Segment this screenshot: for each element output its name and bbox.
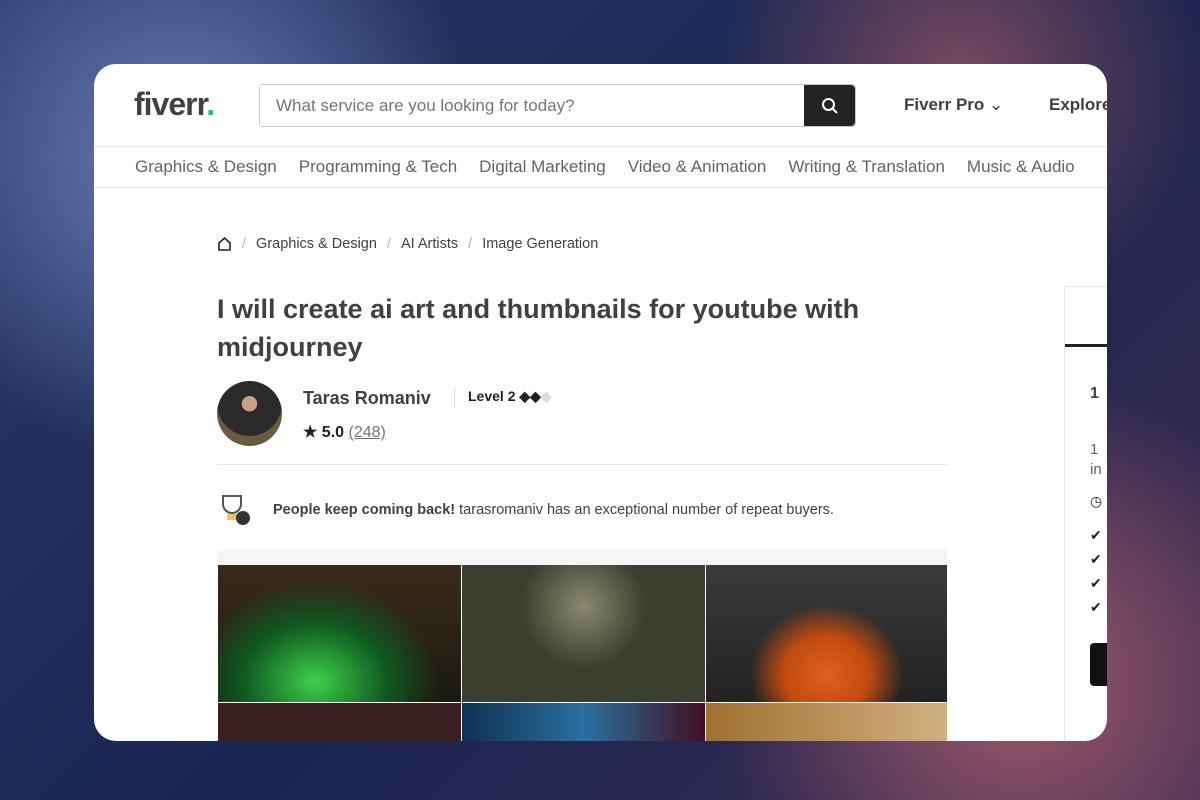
category-nav: Graphics & Design Programming & Tech Dig…: [94, 146, 1107, 188]
pricing-sidebar: 1 1 in ◷ ✔ ✔ ✔ ✔: [1064, 286, 1107, 741]
category-programming[interactable]: Programming & Tech: [299, 157, 457, 177]
breadcrumb-image-generation[interactable]: Image Generation: [482, 236, 598, 252]
breadcrumb-ai-artists[interactable]: AI Artists: [401, 236, 458, 252]
category-marketing[interactable]: Digital Marketing: [479, 157, 606, 177]
clock-icon: ◷: [1090, 493, 1103, 509]
check-icon: ✔: [1090, 551, 1102, 567]
gallery-image-prisoner[interactable]: [706, 565, 947, 702]
category-video[interactable]: Video & Animation: [628, 157, 767, 177]
category-graphics[interactable]: Graphics & Design: [135, 157, 277, 177]
home-icon[interactable]: [217, 237, 232, 251]
seller-name[interactable]: Taras Romaniv: [303, 388, 431, 409]
package-description: 1 in: [1090, 441, 1102, 478]
search-bar: [259, 84, 856, 127]
fiverr-logo[interactable]: fiverr.: [134, 86, 215, 123]
divider: [217, 464, 947, 465]
fiverr-pro-menu[interactable]: Fiverr Pro ⌄: [904, 95, 1003, 115]
reviews-link[interactable]: (248): [349, 424, 386, 441]
category-music[interactable]: Music & Audio: [967, 157, 1075, 177]
check-icon: ✔: [1090, 527, 1102, 543]
gallery-image-4[interactable]: [218, 703, 461, 741]
explore-menu[interactable]: Explore: [1049, 95, 1107, 115]
breadcrumb: / Graphics & Design / AI Artists / Image…: [217, 236, 598, 252]
gallery-image-5[interactable]: [462, 703, 705, 741]
gallery-image-green[interactable]: [218, 565, 461, 702]
check-icon: ✔: [1090, 575, 1102, 591]
check-icon: ✔: [1090, 599, 1102, 615]
category-writing[interactable]: Writing & Translation: [788, 157, 945, 177]
chevron-down-icon: ⌄: [989, 95, 1004, 114]
repeat-buyers-banner: People keep coming back! tarasromaniv ha…: [217, 494, 834, 526]
rating: ★ 5.0 (248): [303, 424, 386, 441]
package-price: 1: [1090, 385, 1099, 402]
gig-gallery[interactable]: [217, 550, 947, 741]
search-button[interactable]: [804, 85, 855, 126]
avatar[interactable]: [217, 381, 282, 446]
continue-button[interactable]: [1090, 643, 1107, 686]
level-diamonds-icon: ◆◆◆: [519, 388, 552, 404]
gig-title: I will create ai art and thumbnails for …: [217, 294, 860, 362]
search-icon: [821, 97, 838, 114]
search-input[interactable]: [260, 85, 804, 126]
gallery-image-6[interactable]: [706, 703, 947, 741]
package-tab[interactable]: [1065, 287, 1107, 347]
star-icon: ★: [303, 424, 318, 441]
breadcrumb-graphics[interactable]: Graphics & Design: [256, 236, 377, 252]
trophy-icon: [222, 495, 250, 525]
browser-window: fiverr. Fiverr Pro ⌄ Explore Graphics & …: [94, 64, 1107, 741]
seller-level: Level 2 ◆◆◆: [454, 388, 552, 408]
gallery-image-soldier[interactable]: [462, 565, 705, 702]
